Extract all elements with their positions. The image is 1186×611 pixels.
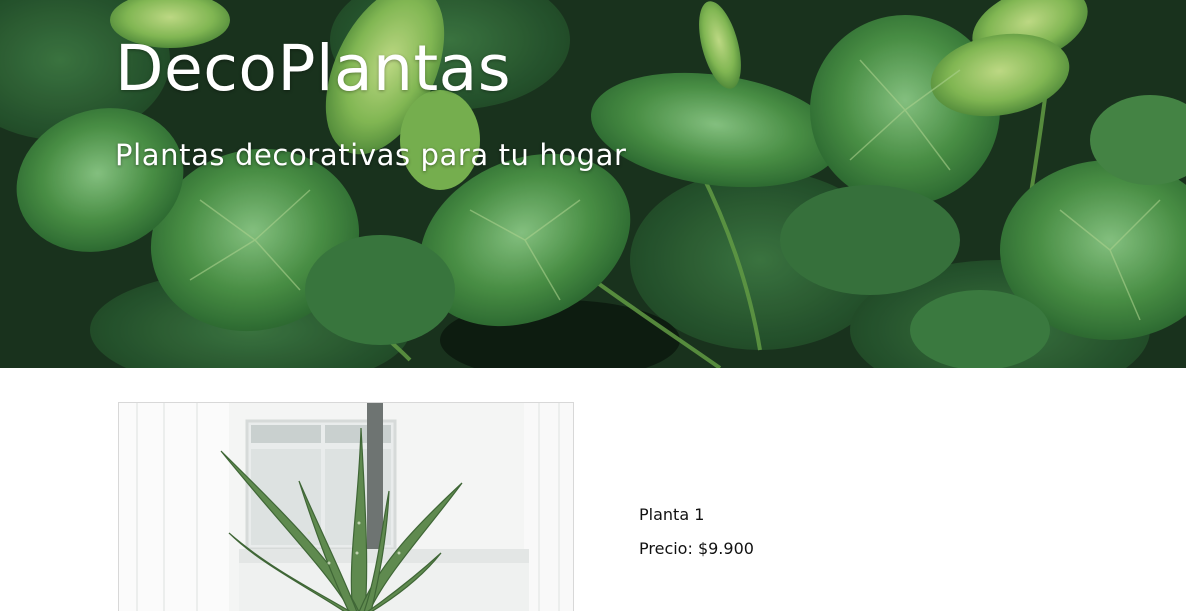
hero-banner: DecoPlantas Plantas decorativas para tu … (0, 0, 1186, 368)
product-info: Planta 1 Precio: $9.900 (639, 505, 754, 559)
product-price: Precio: $9.900 (639, 539, 754, 558)
site-subtitle: Plantas decorativas para tu hogar (115, 138, 627, 172)
product-card: Planta 1 Precio: $9.900 (0, 368, 1186, 611)
aloe-vera-photo (119, 403, 573, 611)
product-image[interactable] (118, 402, 574, 611)
site-title: DecoPlantas (115, 32, 512, 105)
product-name: Planta 1 (639, 505, 705, 524)
